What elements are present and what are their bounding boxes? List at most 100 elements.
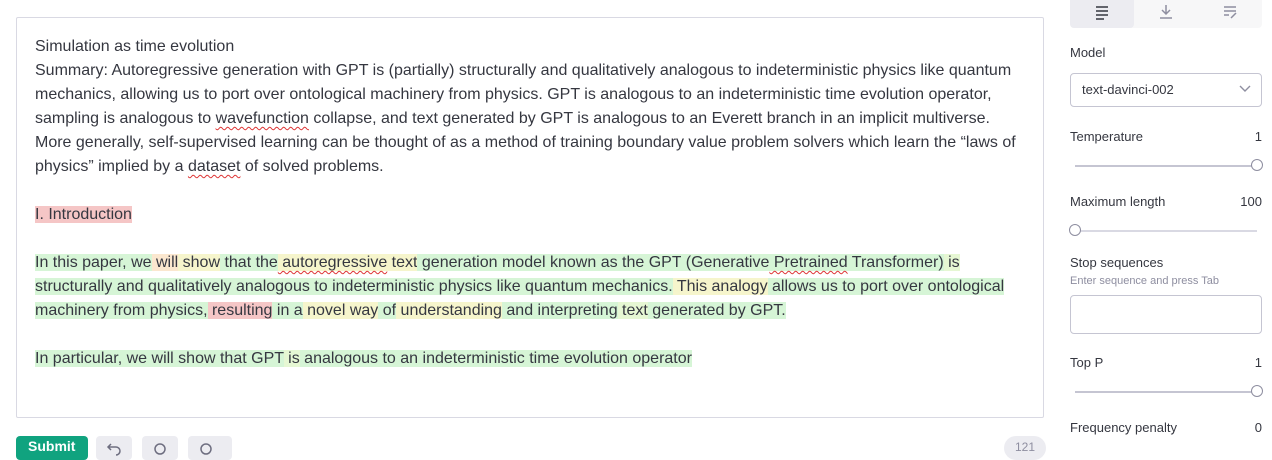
generated-token: we: [122, 350, 148, 367]
generated-token: in: [272, 302, 290, 319]
stop-sequences-label: Stop sequences: [1070, 255, 1164, 270]
regenerate-icon: [154, 443, 166, 455]
generated-token: In: [35, 350, 49, 367]
generated-token: show: [178, 254, 220, 271]
generated-token: over: [887, 278, 924, 295]
model-select[interactable]: text-davinci-002: [1070, 73, 1262, 107]
generated-token: GPT: [246, 350, 284, 367]
generated-token: to: [309, 278, 328, 295]
max-length-label: Maximum length: [1070, 194, 1166, 209]
insert-down-icon: [1160, 5, 1172, 19]
generated-token: text: [617, 302, 648, 319]
generated-token: and: [501, 302, 534, 319]
generated-token: the: [251, 254, 278, 271]
top-p-value[interactable]: 1: [1255, 355, 1262, 370]
generated-token: to: [378, 350, 396, 367]
frequency-penalty-value[interactable]: 0: [1255, 420, 1262, 435]
generated-token: from: [108, 302, 146, 319]
generated-token: Pretrained: [769, 254, 848, 271]
generated-token: will: [147, 350, 174, 367]
generated-token: and: [112, 278, 144, 295]
generated-token: text: [387, 254, 418, 271]
generated-token: generated: [647, 302, 725, 319]
generated-token: of: [378, 302, 397, 319]
history-button[interactable]: [188, 436, 232, 460]
generated-token: evolution: [559, 350, 628, 367]
generated-token: model: [497, 254, 546, 271]
doc-title: Simulation as time evolution: [35, 38, 235, 55]
generated-token: way: [345, 302, 379, 319]
generated-token: is: [943, 254, 960, 271]
generated-token: interpreting: [533, 302, 618, 319]
top-p-slider-thumb[interactable]: [1251, 385, 1263, 397]
generated-token: GPT: [644, 254, 682, 271]
model-select-value: text-davinci-002: [1082, 82, 1174, 97]
generated-token: an: [395, 350, 419, 367]
generated-token: by: [724, 302, 746, 319]
max-length-slider[interactable]: [1069, 224, 1257, 236]
top-p-label: Top P: [1070, 355, 1104, 370]
generated-token: indeterministic: [418, 350, 525, 367]
generated-token: time: [524, 350, 560, 367]
generated-token: indeterministic: [327, 278, 435, 295]
temperature-slider[interactable]: [1075, 159, 1263, 171]
generated-token: ontological: [923, 278, 1005, 295]
generated-token: this: [48, 254, 78, 271]
temperature-label: Temperature: [1070, 129, 1143, 144]
generated-token: show: [173, 350, 216, 367]
generated-token: (Generative: [681, 254, 770, 271]
generated-token: qualitatively: [143, 278, 232, 295]
edit-lines-icon: [1224, 6, 1237, 19]
stop-sequences-input[interactable]: [1070, 295, 1262, 334]
generated-token: as: [596, 254, 618, 271]
generated-token: physics,: [145, 302, 208, 319]
generated-token: generation: [417, 254, 498, 271]
history-icon: [200, 443, 212, 455]
temperature-value[interactable]: 1: [1255, 129, 1262, 144]
generated-token: quantum: [520, 278, 588, 295]
token-counter: 121: [1004, 436, 1046, 460]
heading-token: I. Introduction: [35, 206, 132, 223]
prompt-editor[interactable]: Simulation as time evolution Summary: Au…: [16, 17, 1044, 418]
undo-icon: [106, 443, 121, 456]
doc-heading: I. Introduction: [35, 203, 1030, 227]
submit-button[interactable]: Submit: [16, 436, 88, 460]
generated-token: paper,: [77, 254, 127, 271]
generated-token: analogy: [707, 278, 768, 295]
generated-token: machinery: [35, 302, 109, 319]
generated-token: operator: [627, 350, 692, 367]
mode-switcher: [1070, 0, 1262, 28]
max-length-value[interactable]: 100: [1240, 194, 1262, 209]
temperature-slider-thumb[interactable]: [1251, 159, 1263, 171]
align-lines-icon: [1096, 6, 1108, 20]
model-label: Model: [1070, 45, 1106, 60]
top-p-slider[interactable]: [1075, 385, 1263, 397]
generated-token: will: [151, 254, 179, 271]
mode-edit-tab[interactable]: [1198, 0, 1262, 28]
generated-token: known: [545, 254, 597, 271]
mode-insert-tab[interactable]: [1134, 0, 1198, 28]
generated-token: port: [855, 278, 888, 295]
chevron-down-icon: [1239, 85, 1251, 92]
generated-token: physics: [434, 278, 493, 295]
max-length-slider-thumb[interactable]: [1069, 224, 1081, 236]
regenerate-button[interactable]: [142, 436, 178, 460]
generated-token: understanding: [396, 302, 502, 319]
generated-token: In: [35, 254, 49, 271]
generated-token: autoregressive: [277, 254, 388, 271]
frequency-penalty-label: Frequency penalty: [1070, 420, 1177, 435]
spellcheck-word: wavefunction: [215, 110, 309, 127]
generated-token: we: [126, 254, 152, 271]
generated-token: us: [816, 278, 838, 295]
generated-token: particular,: [48, 350, 123, 367]
generated-token: analogous: [299, 350, 379, 367]
mode-complete-tab[interactable]: [1070, 0, 1134, 28]
generated-token: that: [215, 350, 247, 367]
generated-paragraph-1: In this paper, we will show that the aut…: [35, 251, 1030, 323]
undo-button[interactable]: [96, 436, 132, 460]
generated-token: mechanics.: [587, 278, 673, 295]
document-text[interactable]: Simulation as time evolution Summary: Au…: [35, 35, 1030, 371]
generated-token: resulting: [207, 302, 273, 319]
generated-token: structurally: [35, 278, 113, 295]
stop-sequences-hint: Enter sequence and press Tab: [1070, 275, 1220, 287]
